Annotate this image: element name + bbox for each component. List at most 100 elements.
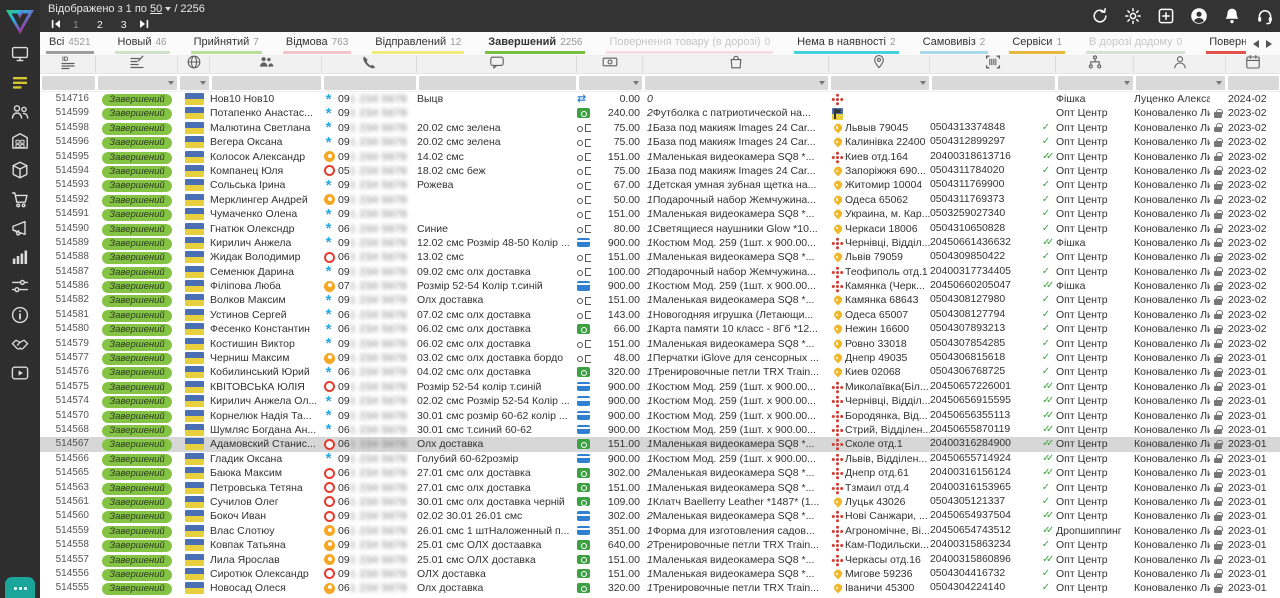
order-row[interactable]: 514558ЗавершенийКовпак Татьяна091 234 56… [40,538,1280,552]
sidebar-item-products[interactable] [7,162,33,182]
sidebar-item-purchases[interactable] [7,191,33,211]
filter-input-client[interactable] [212,76,321,90]
filter-input-ttn[interactable] [932,76,1055,90]
order-row[interactable]: 514575ЗавершенийКВІТОВСЬКА ЮЛІЯ091 234 5… [40,380,1280,394]
order-row[interactable]: 514716ЗавершенийНов10 Нов10091 234 5678В… [40,92,1280,106]
column-header-manager[interactable] [1134,56,1226,73]
order-row[interactable]: 514557ЗавершенийЛила Ярослав091 234 5678… [40,553,1280,567]
filter-country[interactable] [178,74,210,92]
page-button-2[interactable]: 2 [97,19,103,31]
tabs-scroll-left-icon[interactable] [1253,40,1259,48]
filter-comment[interactable] [417,74,577,92]
filter-phone[interactable] [322,74,417,92]
order-row[interactable]: 514586ЗавершенийФіліпова Люба071 234 567… [40,279,1280,293]
filter-input-products[interactable] [645,76,828,90]
filter-input-phone[interactable] [324,76,416,90]
tab-в-дорозі-додому[interactable]: В дорозі додому0 [1086,33,1185,54]
order-row[interactable]: 514570ЗавершенийКорнелюк Надія Та...091 … [40,409,1280,423]
order-row[interactable]: 514555ЗавершенийНовосад Олеся061 234 567… [40,581,1280,595]
order-row[interactable]: 514596ЗавершенийВегера Оксана091 234 567… [40,135,1280,149]
order-row[interactable]: 514579ЗавершенийКостишин Виктор091 234 5… [40,337,1280,351]
order-row[interactable]: 514593ЗавершенийСольська Ірина091 234 56… [40,178,1280,192]
order-row[interactable]: 514581ЗавершенийУстинов Сергей061 234 56… [40,308,1280,322]
page-button-1[interactable]: 1 [73,19,79,31]
filter-input-comment[interactable] [419,76,576,90]
order-row[interactable]: 514588ЗавершенийЖидак Володимир061 234 5… [40,250,1280,264]
sidebar-item-clients[interactable] [7,104,33,124]
order-row[interactable]: 514587ЗавершенийСеменюк Дарина091 234 56… [40,265,1280,279]
first-page-button[interactable] [50,18,62,30]
order-row[interactable]: 514576ЗавершенийКобилинський Юрий061 234… [40,365,1280,379]
filter-input-id[interactable] [42,76,95,90]
per-page-dropdown[interactable]: 50 [150,3,171,15]
order-row[interactable]: 514594ЗавершенийКомпанец Юля051 234 5678… [40,164,1280,178]
notifications-bell-icon[interactable] [1223,7,1241,25]
filter-payment[interactable] [577,74,643,92]
profile-avatar-icon[interactable] [1190,7,1208,25]
column-header-products[interactable] [643,56,829,73]
sidebar-item-marketing[interactable] [7,220,33,240]
refresh-icon[interactable] [1091,7,1109,25]
filter-client[interactable] [210,74,322,92]
order-row[interactable]: 514563ЗавершенийПетровська Тетяна061 234… [40,481,1280,495]
order-row[interactable]: 514598ЗавершенийМалютина Светлана091 234… [40,121,1280,135]
tab-відправлений[interactable]: Відправлений12 [372,33,464,54]
column-header-client[interactable] [210,56,322,73]
tab-самовивіз[interactable]: Самовивіз2 [920,33,989,54]
column-header-payment[interactable] [577,56,643,73]
column-header-date[interactable] [1226,56,1280,73]
filter-channel[interactable] [1056,74,1134,92]
order-row[interactable]: 514565ЗавершенийБаюка Максим061 234 5678… [40,466,1280,480]
app-logo-icon[interactable] [0,0,40,44]
order-row[interactable]: 514567ЗавершенийАдамовский Станис...061 … [40,437,1280,451]
column-header-country[interactable] [178,56,210,73]
filter-date[interactable] [1226,74,1280,92]
order-row[interactable]: 514595ЗавершенийКолосок Александр091 234… [40,150,1280,164]
filter-products[interactable] [643,74,829,92]
filter-input-manager[interactable] [1136,76,1225,90]
order-row[interactable]: 514591ЗавершенийЧумаченко Олена091 234 5… [40,207,1280,221]
tab-відмова[interactable]: Відмова763 [283,33,351,54]
settings-gear-icon[interactable] [1124,7,1142,25]
tab-нема-в-наявності[interactable]: Нема в наявності2 [794,33,898,54]
filter-input-payment[interactable] [579,76,642,90]
filter-status[interactable] [96,74,178,92]
sidebar-item-info[interactable] [7,307,33,327]
tab-повернення-завершений-[interactable]: Повернення (завершений)125 [1206,33,1246,54]
tabs-scroll-right-icon[interactable] [1266,40,1272,48]
filter-manager[interactable] [1134,74,1226,92]
tab-завершений[interactable]: Завершений2256 [485,33,585,54]
column-header-status[interactable] [96,56,178,73]
filter-ttn[interactable] [930,74,1056,92]
order-row[interactable]: 514559ЗавершенийВлас Слотюу061 234 56782… [40,524,1280,538]
order-row[interactable]: 514589ЗавершенийКирилич Анжела091 234 56… [40,236,1280,250]
column-header-phone[interactable] [322,56,417,73]
column-header-id[interactable]: ID [40,56,96,73]
order-row[interactable]: 514561ЗавершенийСучилов Олег061 234 5678… [40,495,1280,509]
sidebar-item-tutorials[interactable] [7,365,33,385]
last-page-button[interactable] [138,18,150,30]
order-row[interactable]: 514560ЗавершенийБокоч Иван091 234 567802… [40,509,1280,523]
filter-input-delivery[interactable] [831,76,929,90]
column-header-comment[interactable] [417,56,577,73]
tab-прийнятий[interactable]: Прийнятий7 [191,33,262,54]
order-row[interactable]: 514556ЗавершенийСиротюк Олександр091 234… [40,567,1280,581]
tab-всі[interactable]: Всі4521 [46,33,94,54]
tab-новый[interactable]: Новый46 [115,33,170,54]
sidebar-item-partners[interactable] [7,336,33,356]
filter-input-country[interactable] [180,76,209,90]
filter-delivery[interactable] [829,74,930,92]
order-row[interactable]: 514590ЗавершенийГнатюк Олексндр061 234 5… [40,222,1280,236]
order-row[interactable]: 514580ЗавершенийФесенко Константин061 23… [40,322,1280,336]
sidebar-item-dashboard[interactable] [7,46,33,66]
order-row[interactable]: 514574ЗавершенийКирилич Анжела Ол...091 … [40,394,1280,408]
order-row[interactable]: 514568ЗавершенийШумляс Богдана Ан...061 … [40,423,1280,437]
page-button-3[interactable]: 3 [121,19,127,31]
order-row[interactable]: 514566ЗавершенийГладик Оксана091 234 567… [40,452,1280,466]
tab-повернення-товару-в-дорозі-[interactable]: Повернення товару (в дорозі)0 [606,33,773,54]
order-row[interactable]: 514577ЗавершенийЧерниш Максим091 234 567… [40,351,1280,365]
order-row[interactable]: 514582ЗавершенийВолков Максим091 234 567… [40,293,1280,307]
filter-input-channel[interactable] [1058,76,1133,90]
column-header-ttn[interactable] [930,56,1056,73]
tab-сервіси[interactable]: Сервіси1 [1009,33,1065,54]
